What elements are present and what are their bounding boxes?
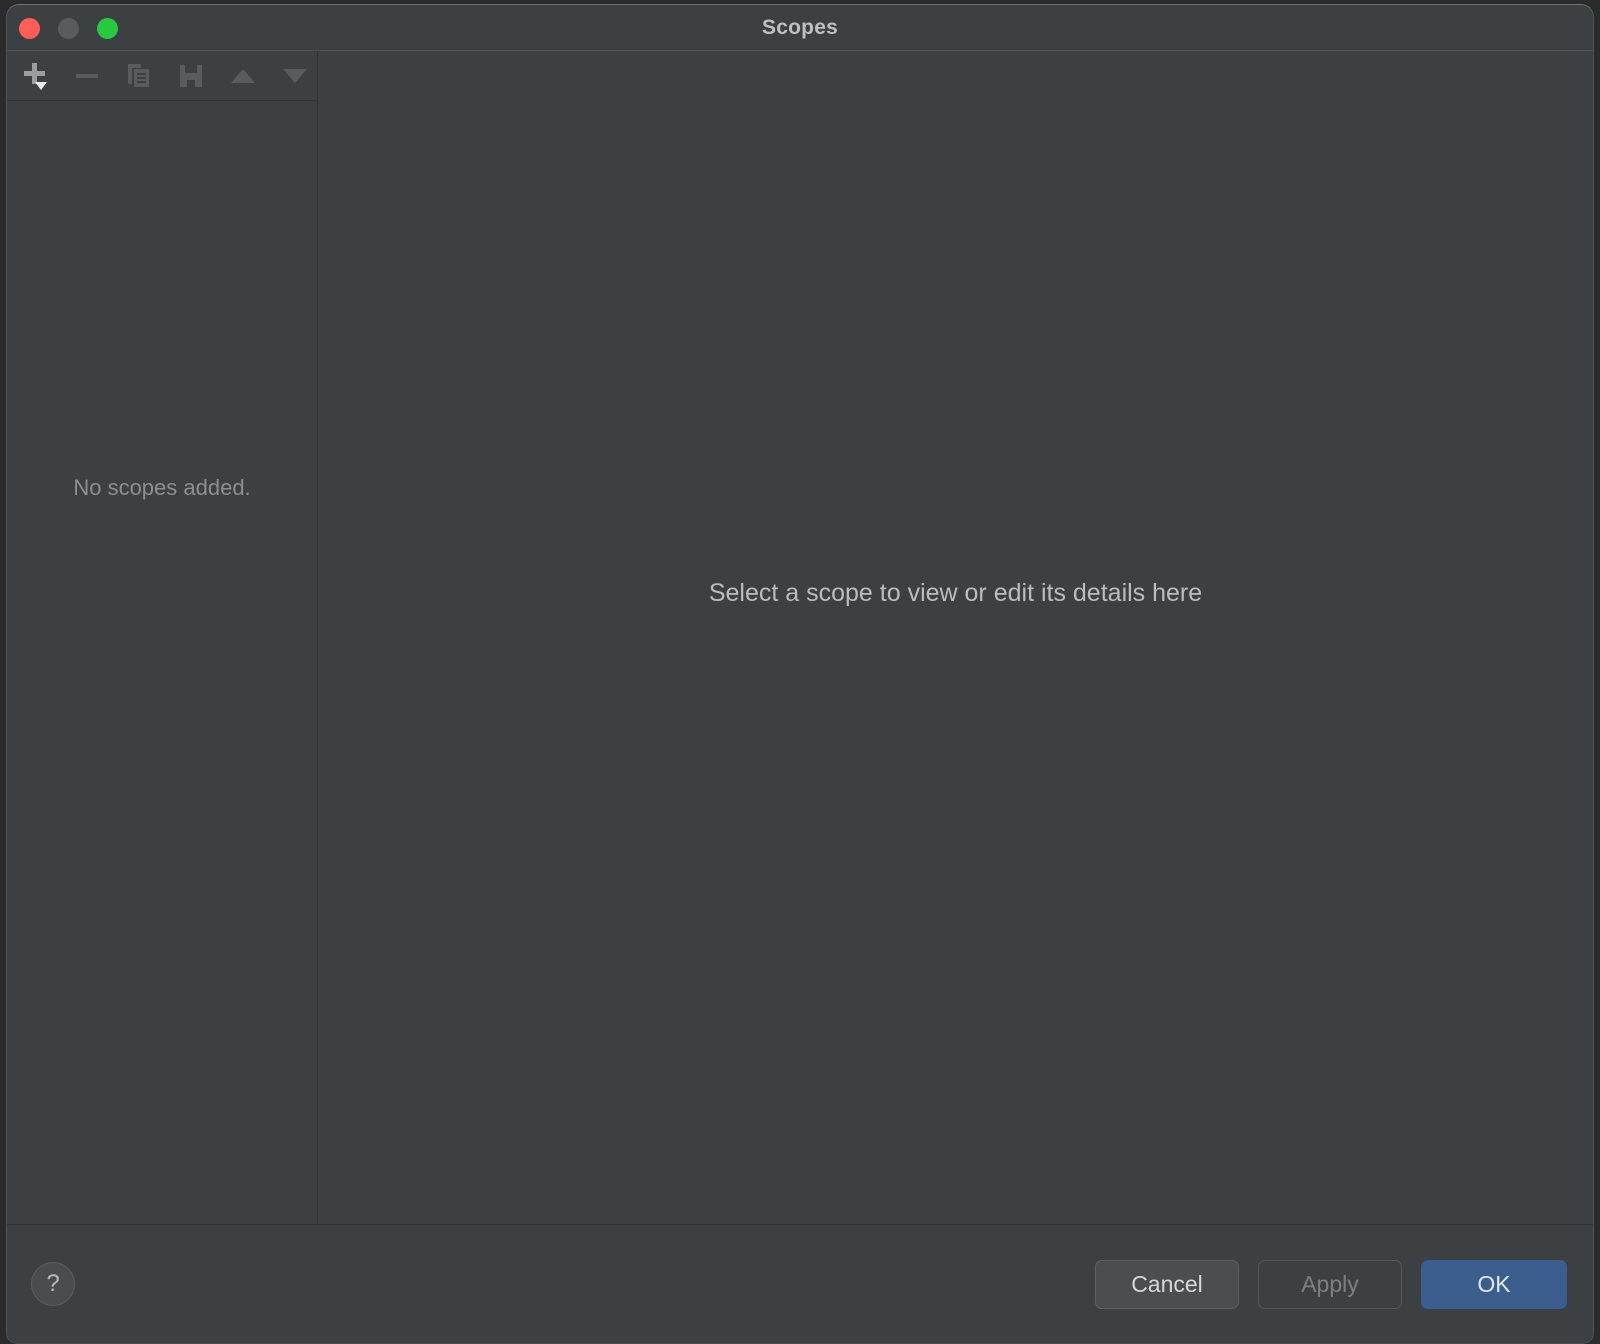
cancel-button[interactable]: Cancel — [1095, 1259, 1239, 1309]
zoom-window-button[interactable] — [97, 17, 118, 39]
duplicate-scope-button[interactable] — [123, 60, 155, 92]
scopes-sidebar: No scopes added. — [7, 51, 318, 1224]
scopes-list[interactable]: No scopes added. — [7, 101, 317, 1224]
footer-button-row: Cancel Apply OK — [1095, 1259, 1567, 1309]
window-controls — [19, 5, 118, 51]
scope-detail-pane: Select a scope to view or edit its detai… — [318, 51, 1593, 1224]
scope-detail-placeholder: Select a scope to view or edit its detai… — [708, 579, 1203, 607]
dialog-footer: ? Cancel Apply OK — [7, 1225, 1593, 1343]
scopes-toolbar — [7, 51, 317, 101]
ok-button[interactable]: OK — [1421, 1259, 1567, 1309]
help-button[interactable]: ? — [31, 1262, 75, 1306]
window-title: Scopes — [762, 15, 838, 39]
move-scope-down-button[interactable] — [279, 60, 311, 92]
minimize-window-button[interactable] — [58, 17, 79, 39]
remove-scope-button[interactable] — [71, 60, 103, 92]
dialog-body: No scopes added. Select a scope to view … — [7, 51, 1593, 1225]
save-scope-button[interactable] — [175, 60, 207, 92]
scopes-empty-message: No scopes added. — [73, 475, 251, 500]
close-window-button[interactable] — [19, 17, 40, 39]
add-scope-button[interactable] — [19, 60, 51, 92]
move-scope-up-button[interactable] — [227, 60, 259, 92]
scopes-dialog-window: Scopes No scopes added. Select a scope t… — [6, 4, 1594, 1344]
window-title-bar: Scopes — [7, 5, 1593, 51]
apply-button[interactable]: Apply — [1258, 1259, 1402, 1309]
